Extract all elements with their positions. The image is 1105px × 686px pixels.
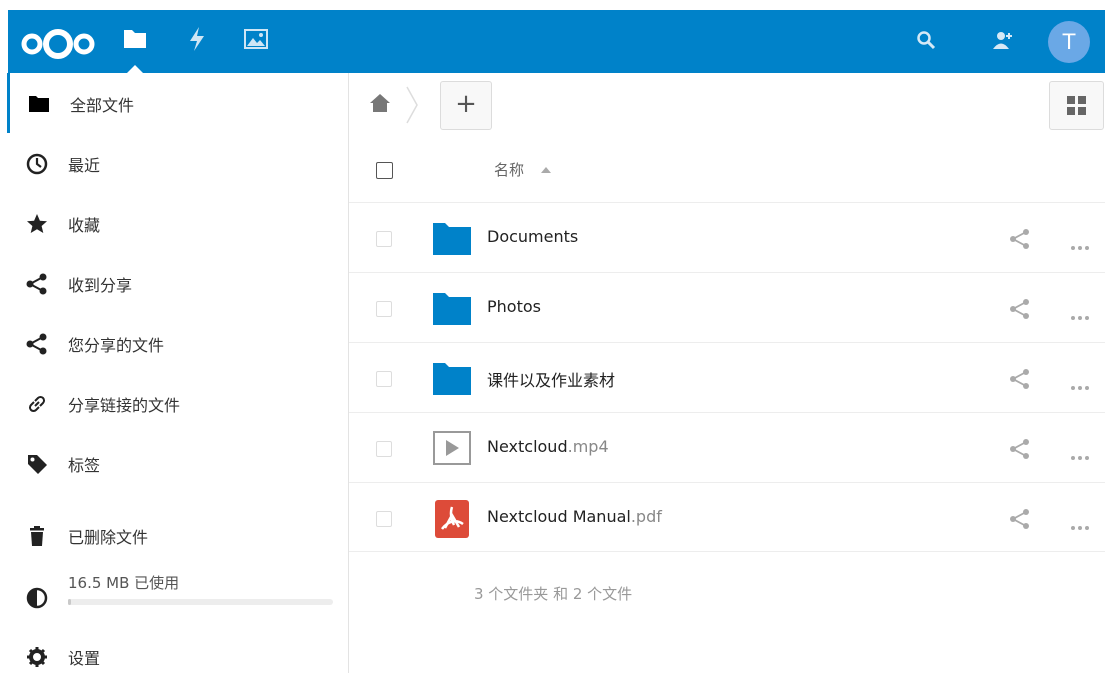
sidebar-item-label: 设置 — [68, 649, 101, 668]
sort-ascending-icon — [541, 167, 551, 173]
link-icon — [26, 393, 48, 415]
sidebar-item-all-files[interactable]: 全部文件 — [7, 73, 350, 133]
sidebar-item-label: 最近 — [68, 156, 101, 175]
sidebar-item-shared-by-link[interactable]: 分享链接的文件 — [8, 373, 348, 433]
pie-chart-icon — [26, 587, 48, 609]
row-checkbox[interactable] — [376, 371, 392, 387]
quota-label: 16.5 MB 已使用 — [68, 574, 180, 592]
sidebar-item-label: 收藏 — [68, 216, 101, 235]
trash-icon — [26, 525, 48, 547]
row-checkbox[interactable] — [376, 511, 392, 527]
sidebar-item-label: 收到分享 — [68, 276, 133, 295]
file-name[interactable]: Nextcloud.mp4 — [487, 437, 609, 456]
share-icon — [26, 333, 48, 355]
share-icon[interactable] — [1009, 368, 1031, 394]
table-row[interactable]: Photos — [349, 272, 1105, 343]
search-icon[interactable] — [916, 30, 936, 54]
file-count-summary: 3 个文件夹 和 2 个文件 — [474, 585, 633, 603]
avatar[interactable]: T — [1048, 21, 1090, 63]
file-name[interactable]: 课件以及作业素材 — [487, 367, 615, 391]
tag-icon — [26, 453, 48, 475]
breadcrumb-separator — [404, 85, 420, 129]
image-icon[interactable] — [243, 26, 269, 56]
quota-bar-fill — [68, 599, 71, 605]
sidebar: 全部文件 最近 收藏 收到分享 您分享的文件 分享链接的文件 标签 已删除文件 … — [7, 73, 350, 673]
share-icon[interactable] — [1009, 508, 1031, 534]
lightning-icon[interactable] — [186, 26, 208, 56]
column-header-name[interactable]: 名称 — [494, 159, 524, 180]
file-name[interactable]: Documents — [487, 227, 578, 246]
nextcloud-logo[interactable] — [16, 28, 100, 64]
star-icon — [26, 213, 48, 235]
share-icon[interactable] — [1009, 438, 1031, 464]
folder-icon — [432, 359, 472, 401]
sidebar-item-label: 全部文件 — [70, 96, 135, 115]
list-end-divider — [349, 551, 1105, 552]
table-row[interactable]: Nextcloud Manual.pdf — [349, 482, 1105, 553]
file-name[interactable]: Photos — [487, 297, 541, 316]
pdf-file-icon — [432, 499, 472, 543]
sidebar-item-shared-with-you[interactable]: 收到分享 — [8, 253, 348, 313]
grid-icon — [1067, 96, 1086, 115]
share-icon[interactable] — [1009, 298, 1031, 324]
add-button[interactable]: + — [440, 81, 492, 130]
clock-icon — [26, 153, 48, 175]
row-checkbox[interactable] — [376, 231, 392, 247]
home-icon[interactable] — [369, 93, 391, 117]
sidebar-item-label: 标签 — [68, 456, 101, 475]
header-bar: T — [8, 10, 1105, 74]
row-checkbox[interactable] — [376, 301, 392, 317]
share-icon — [26, 273, 48, 295]
select-all-checkbox[interactable] — [376, 162, 393, 179]
table-row[interactable]: Documents — [349, 202, 1105, 273]
more-actions-icon[interactable] — [1070, 376, 1090, 395]
sidebar-item-settings[interactable]: 设置 — [8, 626, 348, 686]
quota-bar — [68, 599, 333, 605]
sidebar-item-shared-with-others[interactable]: 您分享的文件 — [8, 313, 348, 373]
grid-view-button[interactable] — [1049, 81, 1104, 130]
sidebar-item-label: 已删除文件 — [68, 528, 149, 547]
contacts-icon[interactable] — [992, 30, 1014, 54]
sidebar-item-tags[interactable]: 标签 — [8, 433, 348, 493]
row-checkbox[interactable] — [376, 441, 392, 457]
more-actions-icon[interactable] — [1070, 516, 1090, 535]
file-name[interactable]: Nextcloud Manual.pdf — [487, 507, 662, 526]
folder-icon — [432, 289, 472, 331]
gear-icon — [26, 646, 48, 668]
sidebar-item-label: 您分享的文件 — [68, 336, 165, 355]
table-row[interactable]: Nextcloud.mp4 — [349, 412, 1105, 483]
sidebar-item-recent[interactable]: 最近 — [8, 133, 348, 193]
folder-icon — [432, 219, 472, 261]
sidebar-item-favorites[interactable]: 收藏 — [8, 193, 348, 253]
sidebar-item-label: 分享链接的文件 — [68, 396, 181, 415]
video-file-icon — [432, 429, 472, 471]
more-actions-icon[interactable] — [1070, 306, 1090, 325]
more-actions-icon[interactable] — [1070, 236, 1090, 255]
file-list-area: + 名称 Documents Photos 课件以及作业素材 Nextcloud… — [349, 73, 1105, 673]
table-row[interactable]: 课件以及作业素材 — [349, 342, 1105, 413]
folder-icon — [28, 93, 50, 115]
more-actions-icon[interactable] — [1070, 446, 1090, 465]
sidebar-quota: 16.5 MB 已使用 — [8, 565, 348, 625]
sidebar-item-deleted-files[interactable]: 已删除文件 — [8, 505, 348, 565]
folder-icon[interactable] — [122, 26, 148, 56]
share-icon[interactable] — [1009, 228, 1031, 254]
top-margin — [0, 0, 1105, 10]
